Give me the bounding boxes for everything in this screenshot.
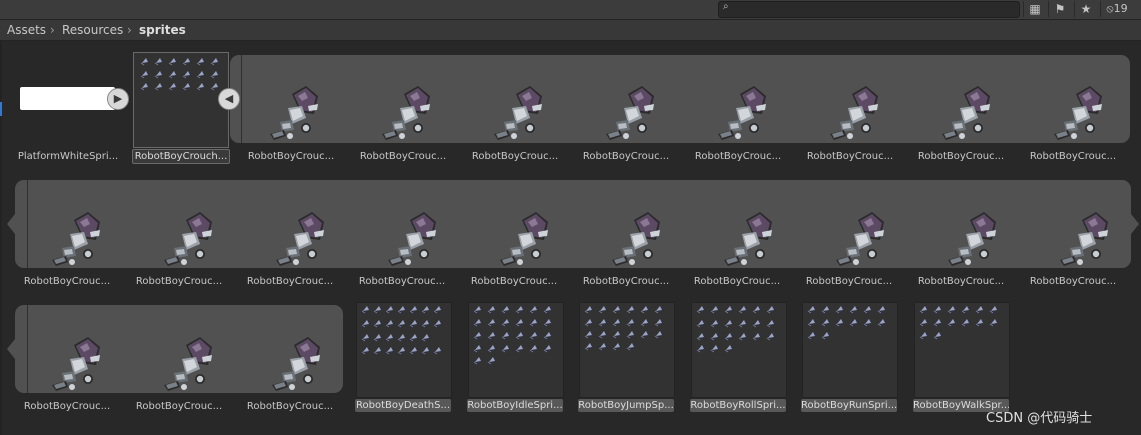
asset-label-platform-white[interactable]: PlatformWhiteSpri... — [16, 150, 120, 163]
hidden-packages-toggle[interactable]: ⦸19 — [1100, 1, 1133, 17]
crouch-spritesheet-thumbnail[interactable] — [133, 52, 229, 148]
sprite-frame-3[interactable] — [486, 84, 556, 144]
breadcrumb-assets[interactable]: Assets — [7, 20, 46, 40]
asset-label-frame-10[interactable]: RobotBoyCrouc... — [127, 275, 231, 288]
death-sheet-preview — [361, 305, 442, 355]
asset-label-frame-3[interactable]: RobotBoyCrouc... — [463, 150, 567, 163]
sprite-frame-17[interactable] — [940, 210, 1010, 270]
watermark: CSDN @代码骑士 — [986, 411, 1093, 426]
idle-spritesheet-thumbnail[interactable] — [468, 302, 564, 398]
asset-label-crouch-sheet[interactable]: RobotBoyCrouch... — [132, 149, 230, 164]
project-toolbar: ⌕ ▦ ⚑ ★ ⦸19 — [0, 0, 1141, 20]
crouch-sheet-preview — [140, 57, 219, 91]
filter-by-label-icon[interactable]: ⚑ — [1048, 1, 1071, 17]
sprite-frame-14[interactable] — [604, 210, 674, 270]
group-divider — [241, 55, 242, 143]
group-divider — [27, 305, 28, 393]
play-icon: ▶ — [113, 92, 123, 105]
breadcrumb-resources[interactable]: Resources — [62, 20, 123, 40]
collapse-sprite-button[interactable]: ◀ — [218, 88, 240, 110]
jump-spritesheet-thumbnail[interactable] — [579, 302, 675, 398]
favorite-star-icon[interactable]: ★ — [1074, 1, 1097, 17]
asset-label-frame-15[interactable]: RobotBoyCrouc... — [685, 275, 789, 288]
asset-label-roll[interactable]: RobotBoyRollSpri... — [690, 399, 786, 412]
sprite-frame-18[interactable] — [1052, 210, 1122, 270]
hidden-packages-count: 19 — [1113, 2, 1128, 15]
group-continue-left-icon — [7, 214, 15, 234]
filter-by-type-icon[interactable]: ▦ — [1023, 1, 1046, 17]
chevron-right-icon: › — [50, 23, 55, 37]
asset-label-jump[interactable]: RobotBoyJumpSp... — [578, 399, 674, 412]
asset-label-frame-2[interactable]: RobotBoyCrouc... — [351, 150, 455, 163]
folder-tree-selection — [0, 102, 2, 116]
asset-label-frame-9[interactable]: RobotBoyCrouc... — [15, 275, 119, 288]
asset-label-frame-11[interactable]: RobotBoyCrouc... — [238, 275, 342, 288]
group-divider — [27, 180, 28, 268]
asset-label-frame-5[interactable]: RobotBoyCrouc... — [686, 150, 790, 163]
roll-spritesheet-thumbnail[interactable] — [691, 302, 787, 398]
platform-white-sprite-thumbnail[interactable] — [20, 87, 115, 110]
idle-sheet-preview — [473, 305, 552, 365]
sprite-frame-7[interactable] — [934, 84, 1004, 144]
asset-label-frame-18[interactable]: RobotBoyCrouc... — [1021, 275, 1125, 288]
sprite-frame-20[interactable] — [156, 335, 226, 395]
asset-label-frame-17[interactable]: RobotBoyCrouc... — [909, 275, 1013, 288]
roll-sheet-preview — [696, 305, 775, 353]
death-spritesheet-thumbnail[interactable] — [356, 302, 452, 398]
asset-label-frame-8[interactable]: RobotBoyCrouc... — [1021, 150, 1125, 163]
asset-label-frame-12[interactable]: RobotBoyCrouc... — [350, 275, 454, 288]
folder-tree-edge — [0, 41, 2, 435]
breadcrumb-sprites[interactable]: sprites — [139, 20, 186, 40]
sprite-frame-16[interactable] — [828, 210, 898, 270]
sprite-frame-2[interactable] — [374, 84, 444, 144]
sprite-frame-13[interactable] — [492, 210, 562, 270]
group-continue-right-icon — [1131, 214, 1139, 234]
search-input[interactable]: ⌕ — [718, 1, 1020, 18]
chevron-right-icon: › — [127, 23, 132, 37]
asset-label-frame-13[interactable]: RobotBoyCrouc... — [462, 275, 566, 288]
asset-label-frame-19[interactable]: RobotBoyCrouc... — [15, 400, 119, 413]
group-continue-left-icon — [7, 339, 15, 359]
asset-label-frame-1[interactable]: RobotBoyCrouc... — [239, 150, 343, 163]
asset-label-frame-4[interactable]: RobotBoyCrouc... — [574, 150, 678, 163]
play-back-icon: ◀ — [224, 92, 234, 105]
sprite-frame-4[interactable] — [598, 84, 668, 144]
sprite-frame-6[interactable] — [822, 84, 892, 144]
sprite-frame-12[interactable] — [380, 210, 450, 270]
asset-label-frame-7[interactable]: RobotBoyCrouc... — [909, 150, 1013, 163]
asset-label-frame-21[interactable]: RobotBoyCrouc... — [238, 400, 342, 413]
run-sheet-preview — [807, 305, 886, 340]
asset-label-run[interactable]: RobotBoyRunSpri... — [801, 399, 897, 412]
sprite-frame-9[interactable] — [44, 210, 114, 270]
asset-label-frame-6[interactable]: RobotBoyCrouc... — [798, 150, 902, 163]
asset-label-frame-20[interactable]: RobotBoyCrouc... — [127, 400, 231, 413]
sprite-frame-15[interactable] — [716, 210, 786, 270]
jump-sheet-preview — [584, 305, 663, 351]
sprite-frame-8[interactable] — [1046, 84, 1116, 144]
run-spritesheet-thumbnail[interactable] — [802, 302, 898, 398]
asset-label-idle[interactable]: RobotBoyIdleSpri... — [467, 399, 563, 412]
search-icon: ⌕ — [723, 1, 729, 12]
sprite-frame-21[interactable] — [264, 335, 334, 395]
asset-label-frame-14[interactable]: RobotBoyCrouc... — [574, 275, 678, 288]
breadcrumb: Assets › Resources › sprites — [0, 20, 1141, 41]
asset-label-frame-16[interactable]: RobotBoyCrouc... — [797, 275, 901, 288]
asset-label-death[interactable]: RobotBoyDeathS... — [355, 399, 451, 412]
sprite-frame-11[interactable] — [268, 210, 338, 270]
walk-spritesheet-thumbnail[interactable] — [914, 302, 1010, 398]
sprite-frame-19[interactable] — [44, 335, 114, 395]
walk-sheet-preview — [919, 305, 998, 340]
sprite-frame-5[interactable] — [710, 84, 780, 144]
hidden-packages-icon: ⦸ — [1106, 2, 1114, 15]
sprite-frame-1[interactable] — [262, 84, 332, 144]
expand-sprite-button[interactable]: ▶ — [107, 88, 129, 110]
sprite-frame-10[interactable] — [156, 210, 226, 270]
